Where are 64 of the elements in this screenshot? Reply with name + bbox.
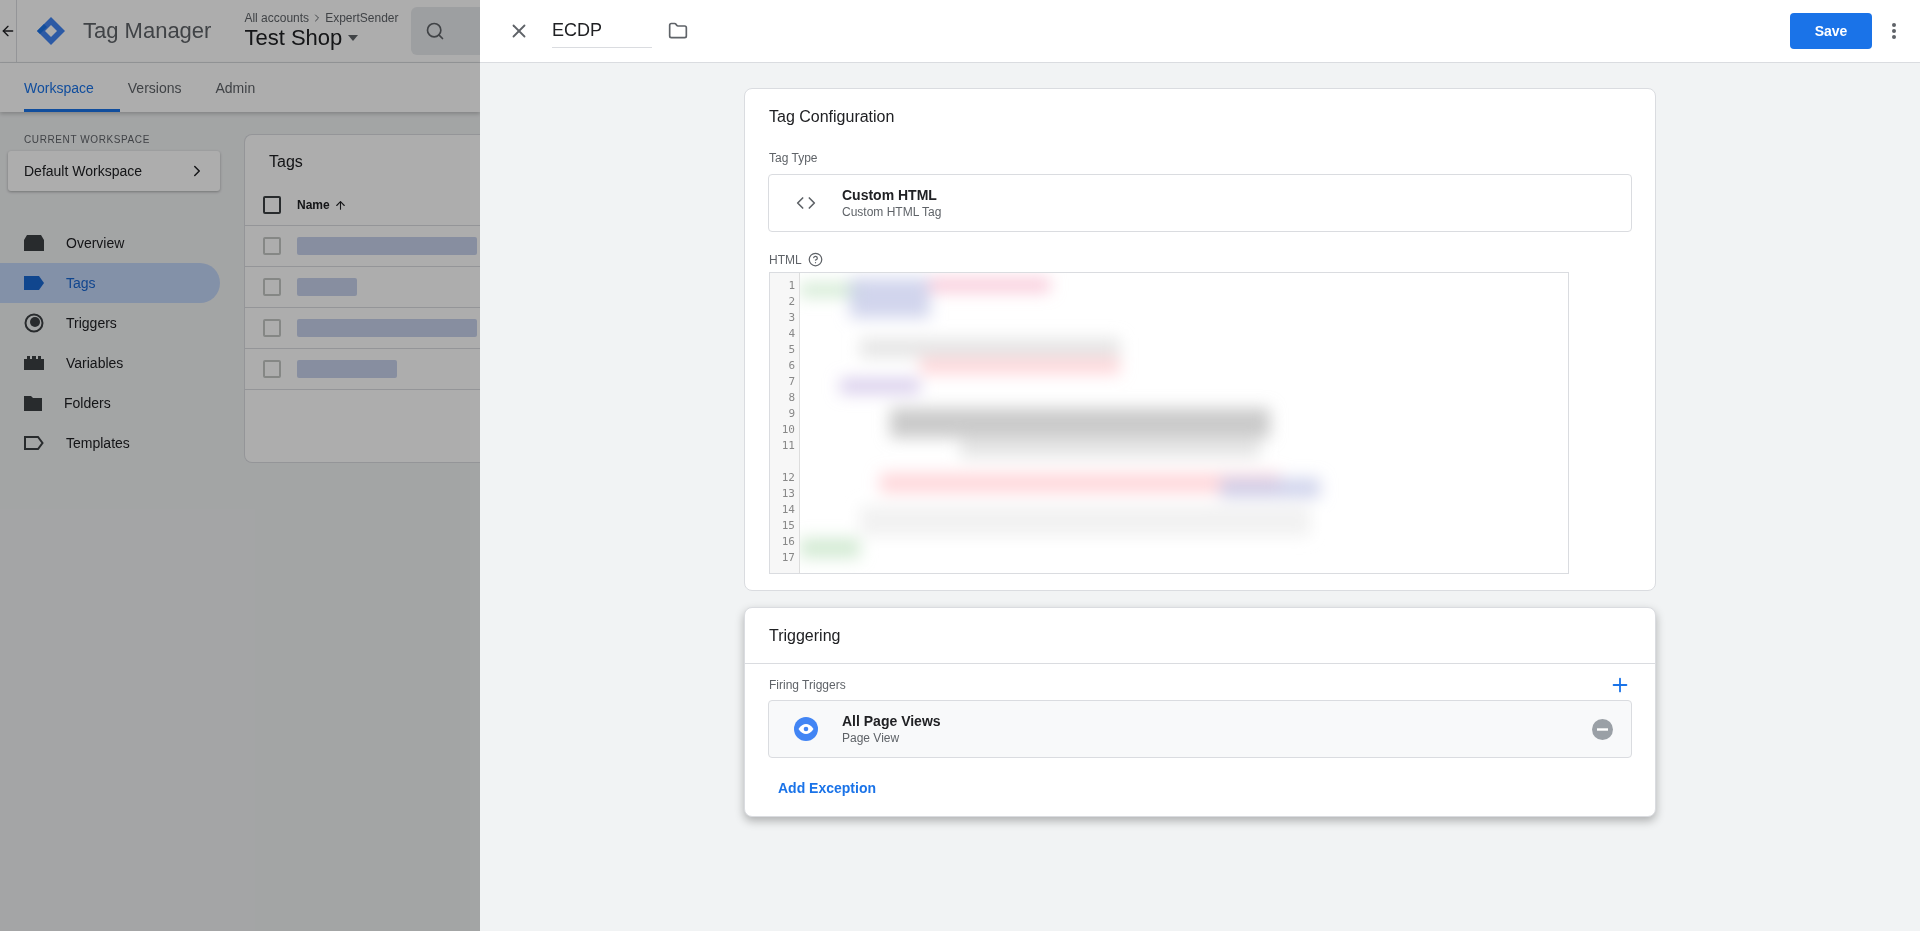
search-icon bbox=[424, 21, 445, 41]
line-number: 4 bbox=[788, 326, 796, 342]
column-header[interactable]: Name bbox=[297, 198, 347, 212]
tag-manager-logo bbox=[35, 15, 67, 47]
breadcrumb-link[interactable]: All accounts bbox=[244, 11, 310, 25]
card-title: Triggering bbox=[768, 626, 842, 645]
caret-icon bbox=[348, 35, 359, 41]
field-label: Tag Type bbox=[769, 151, 818, 165]
nav-tab[interactable]: Workspace bbox=[24, 63, 120, 112]
line-number: 17 bbox=[781, 550, 796, 566]
add-exception-link[interactable]: Add Exception bbox=[778, 780, 876, 796]
sidebar-item[interactable]: Triggers bbox=[0, 303, 220, 343]
sidebar-item[interactable]: Variables bbox=[0, 343, 220, 383]
field-label: Firing Triggers bbox=[769, 678, 846, 692]
tag-type-description: Custom HTML Tag bbox=[842, 205, 942, 219]
breadcrumb-link[interactable]: ExpertSender bbox=[325, 11, 399, 25]
line-number: 5 bbox=[788, 342, 796, 358]
card-title: Tag Configuration bbox=[768, 107, 896, 126]
line-number: 15 bbox=[781, 518, 796, 534]
sidebar-item[interactable]: Folders bbox=[0, 383, 220, 423]
container-selector[interactable]: Test Shop bbox=[244, 25, 399, 51]
line-number: 7 bbox=[788, 374, 796, 390]
remove-icon[interactable] bbox=[1592, 718, 1613, 740]
section-heading: CURRENT WORKSPACE bbox=[23, 134, 151, 145]
trigger-name: All Page Views bbox=[842, 713, 941, 729]
line-number: 13 bbox=[781, 486, 796, 502]
trigger-icon bbox=[24, 313, 44, 333]
sidebar-item[interactable]: Templates bbox=[0, 423, 220, 463]
line-number: 14 bbox=[781, 502, 796, 518]
checkbox[interactable] bbox=[263, 196, 281, 214]
help-icon[interactable] bbox=[807, 252, 823, 267]
line-number: 10 bbox=[781, 422, 796, 438]
folder-icon bbox=[668, 21, 688, 41]
line-number: 3 bbox=[788, 310, 796, 326]
line-number: 11 bbox=[781, 438, 796, 454]
line-number: 2 bbox=[788, 294, 796, 310]
product-name: Tag Manager bbox=[83, 18, 212, 44]
sort-arrow-icon bbox=[333, 198, 347, 212]
line-number: 9 bbox=[788, 406, 796, 422]
card-title: Tags bbox=[268, 152, 304, 172]
save-button[interactable]: Save bbox=[1790, 13, 1872, 49]
folder-icon bbox=[24, 395, 42, 411]
line-number: 1 bbox=[788, 278, 796, 294]
field-label: HTML bbox=[769, 252, 802, 267]
line-number: 12 bbox=[781, 470, 796, 486]
line-number: 6 bbox=[788, 358, 796, 374]
redacted-text bbox=[297, 278, 357, 296]
tag-icon bbox=[24, 276, 44, 290]
nav-tab[interactable]: Versions bbox=[127, 63, 208, 112]
trigger-type: Page View bbox=[842, 731, 901, 745]
line-number: 16 bbox=[781, 534, 796, 550]
workspace-selector[interactable]: Default Workspace bbox=[8, 151, 220, 191]
trigger-row[interactable]: All Page Views Page View bbox=[768, 700, 1632, 758]
blocks-icon bbox=[24, 356, 44, 370]
tag-type-selector[interactable]: Custom HTML Custom HTML Tag bbox=[768, 174, 1632, 232]
eye-icon bbox=[793, 717, 818, 741]
more-icon bbox=[1892, 23, 1896, 39]
briefcase-icon bbox=[24, 235, 44, 251]
tag-type-name: Custom HTML bbox=[842, 187, 938, 203]
tag-outline-icon bbox=[24, 436, 44, 450]
line-number: 8 bbox=[788, 390, 796, 406]
sidebar-item[interactable]: Overview bbox=[0, 223, 220, 263]
back-button[interactable] bbox=[0, 0, 17, 62]
nav-tab[interactable]: Admin bbox=[215, 63, 282, 112]
